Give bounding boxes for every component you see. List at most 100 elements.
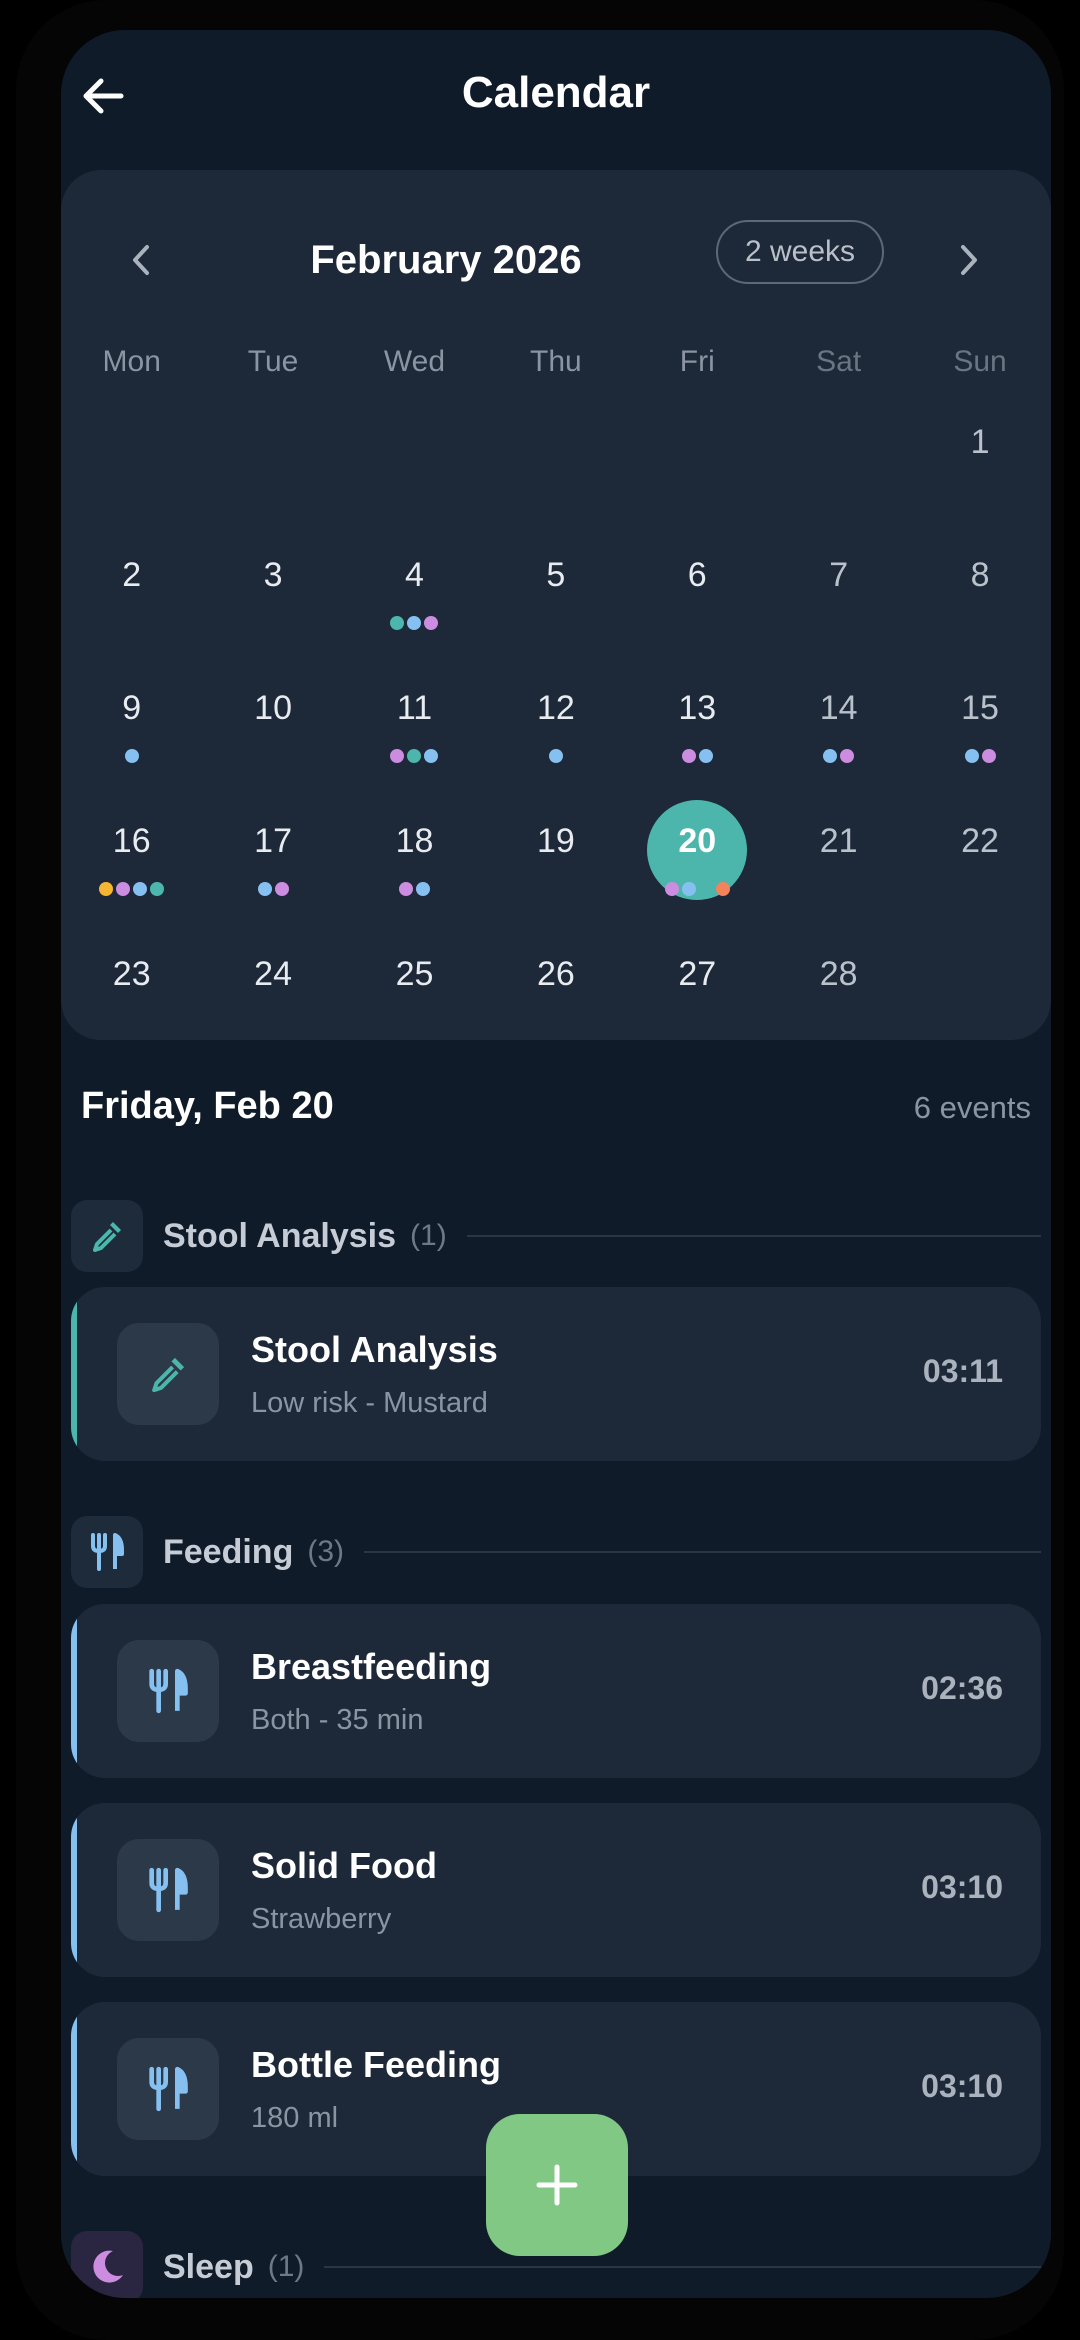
weekday-label: Tue: [247, 345, 299, 378]
page-title: Calendar: [461, 68, 651, 117]
calendar-day[interactable]: 24: [202, 917, 343, 1050]
calendar-day[interactable]: 28: [768, 917, 909, 1050]
calendar-day[interactable]: 13: [627, 651, 768, 784]
add-event-button[interactable]: [486, 2114, 628, 2256]
range-toggle-button[interactable]: 2 weeks: [716, 220, 884, 284]
weekday-label: Thu: [530, 345, 582, 378]
event-dot: [548, 749, 563, 763]
event-dot: [424, 616, 439, 630]
card-icon: [117, 2038, 219, 2140]
day-number: 2: [122, 556, 142, 594]
event-dot: [124, 749, 139, 763]
card-icon: [117, 1640, 219, 1742]
calendar-day-empty: [768, 385, 909, 518]
event-card-breastfeeding[interactable]: Breastfeeding Both - 35 min 02:36: [71, 1604, 1041, 1778]
utensils-icon: [149, 2066, 188, 2112]
event-dot: [823, 749, 838, 763]
utensils-icon: [149, 1668, 188, 1714]
day-number: 24: [254, 955, 292, 993]
calendar-day[interactable]: 11: [344, 651, 485, 784]
calendar-day[interactable]: 20: [627, 784, 768, 917]
day-number: 1: [970, 423, 990, 461]
event-dots: [485, 749, 626, 763]
calendar-day[interactable]: 26: [485, 917, 626, 1050]
event-subtitle: 180 ml: [251, 2102, 339, 2134]
calendar-day[interactable]: 17: [202, 784, 343, 917]
day-number: 26: [536, 955, 575, 993]
event-time: 02:36: [921, 1670, 1003, 1706]
next-month-button[interactable]: [939, 230, 999, 290]
section-header-feeding: Feeding (3): [71, 1516, 1041, 1588]
calendar-day-empty: [485, 385, 626, 518]
event-dot: [698, 882, 713, 896]
day-number: 6: [687, 556, 707, 594]
event-dot: [415, 882, 430, 896]
calendar-day[interactable]: 7: [768, 518, 909, 651]
day-number: 20: [678, 822, 717, 860]
calendar-day[interactable]: 9: [61, 651, 202, 784]
calendar-week-row: 23 24 25 26 27 28: [61, 917, 1051, 1050]
chevron-left-icon: [133, 245, 149, 275]
calendar-week-row: 9 10 11 12 13 14 15: [61, 651, 1051, 784]
calendar-day-empty: [202, 385, 343, 518]
calendar-day[interactable]: 3: [202, 518, 343, 651]
event-dots: [909, 749, 1050, 763]
weekday-label: Mon: [102, 345, 161, 378]
calendar-day[interactable]: 12: [485, 651, 626, 784]
divider: [364, 1551, 1041, 1553]
calendar-day[interactable]: 15: [909, 651, 1050, 784]
day-number: 14: [819, 689, 858, 727]
calendar-day[interactable]: 27: [627, 917, 768, 1050]
event-dot: [664, 882, 679, 896]
calendar-day[interactable]: 21: [768, 784, 909, 917]
calendar-day[interactable]: 18: [344, 784, 485, 917]
calendar-day[interactable]: 23: [61, 917, 202, 1050]
event-dot: [398, 882, 413, 896]
calendar-day[interactable]: 16: [61, 784, 202, 917]
event-subtitle: Both - 35 min: [251, 1704, 424, 1736]
calendar-week-row: 2 3 4 5 6 7 8: [61, 518, 1051, 651]
event-title: Stool Analysis: [251, 1329, 498, 1370]
event-dot: [715, 882, 730, 896]
event-dot: [981, 749, 996, 763]
day-number: 8: [970, 556, 990, 594]
event-subtitle: Low risk - Mustard: [251, 1387, 488, 1419]
calendar-day[interactable]: 1: [909, 385, 1050, 518]
calendar-day[interactable]: 25: [344, 917, 485, 1050]
event-dot: [840, 749, 855, 763]
calendar-day[interactable]: 2: [61, 518, 202, 651]
event-dot: [407, 616, 422, 630]
event-time: 03:10: [921, 2068, 1003, 2104]
divider: [466, 1235, 1041, 1237]
event-card-solid-food[interactable]: Solid Food Strawberry 03:10: [71, 1803, 1041, 1977]
device-frame: Calendar February 2026 2 weeks Mon Tue W…: [16, 0, 1064, 2340]
calendar-day-empty: [344, 385, 485, 518]
calendar-day[interactable]: 19: [485, 784, 626, 917]
calendar-week-row: 1: [61, 385, 1051, 518]
event-dots: [61, 882, 202, 896]
prev-month-button[interactable]: [111, 230, 171, 290]
calendar-day[interactable]: 8: [909, 518, 1050, 651]
event-title: Bottle Feeding: [251, 2044, 501, 2085]
calendar-day[interactable]: 22: [909, 784, 1050, 917]
day-number: 12: [536, 689, 575, 727]
app-header: Calendar: [61, 30, 1051, 170]
event-card-stool-analysis[interactable]: Stool Analysis Low risk - Mustard 03:11: [71, 1287, 1041, 1461]
calendar-day[interactable]: 14: [768, 651, 909, 784]
calendar-day[interactable]: 4: [344, 518, 485, 651]
section-label: Feeding: [163, 1532, 294, 1571]
event-dot: [698, 749, 713, 763]
day-number: 10: [254, 689, 292, 727]
event-dots: [344, 749, 485, 763]
calendar-day[interactable]: 10: [202, 651, 343, 784]
weekday-label: Sun: [953, 345, 1007, 378]
calendar-grid: 1 2 3 4 5 6 7 8 9 10 11 12 13 14 15 16 17 18 19 20 21 22 23 24 2…: [61, 385, 1051, 1050]
calendar-day[interactable]: 5: [485, 518, 626, 651]
utensils-icon: [149, 1867, 188, 1913]
calendar-day[interactable]: 6: [627, 518, 768, 651]
day-number: 13: [678, 689, 717, 727]
day-number: 28: [819, 955, 858, 993]
day-number: 22: [961, 822, 999, 860]
weekday-label: Wed: [383, 345, 446, 378]
event-dot: [681, 882, 696, 896]
